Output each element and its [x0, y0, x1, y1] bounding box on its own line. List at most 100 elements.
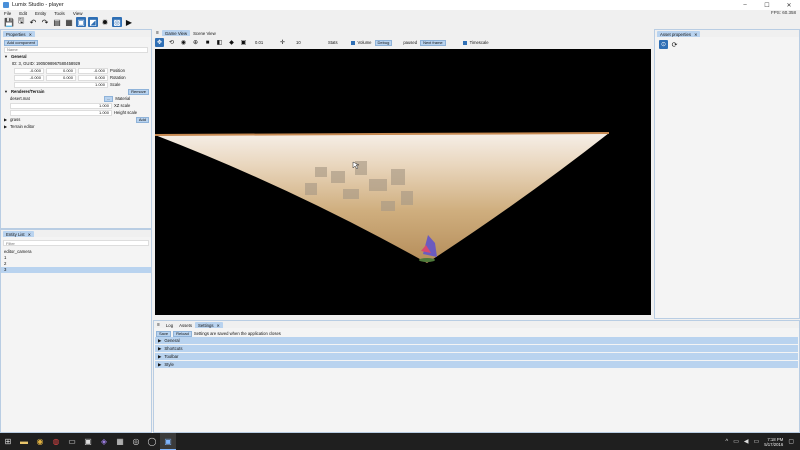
entity-filter-input[interactable]	[3, 240, 149, 246]
notifications-icon[interactable]: ▢	[788, 438, 794, 445]
settings-section-general[interactable]: ▶ General	[155, 337, 798, 344]
tab-assets[interactable]: Assets	[176, 322, 195, 328]
volume-checkbox[interactable]	[350, 40, 355, 45]
expand-arrow-icon[interactable]: ▶	[4, 124, 7, 129]
window-title: Lumix Studio - player	[12, 2, 64, 8]
height-scale-field[interactable]: 1.000	[10, 109, 112, 116]
save-as-icon[interactable]: 🖫	[16, 16, 26, 27]
grid-size-value[interactable]: 10	[296, 40, 321, 45]
fire-icon[interactable]: ✹	[100, 17, 110, 27]
expand-arrow-icon[interactable]: ▶	[4, 117, 7, 122]
name-input[interactable]	[4, 46, 148, 53]
debug-button[interactable]: Debug	[374, 39, 393, 46]
collapse-arrow-icon[interactable]: ▼	[4, 54, 8, 59]
calculator-icon[interactable]: ▦	[112, 433, 128, 450]
menu-entity[interactable]: Entity	[35, 11, 46, 16]
github-icon[interactable]: ◯	[144, 433, 160, 450]
tab-entity-list[interactable]: Entity List ✕	[3, 231, 34, 237]
browser-icon[interactable]: ◍	[48, 433, 64, 450]
close-icon[interactable]: ✕	[28, 232, 31, 237]
remove-button[interactable]: Remove	[128, 88, 149, 95]
volume-icon[interactable]: ◀	[744, 438, 749, 445]
settings-section-shortcuts[interactable]: ▶ Shortcuts	[155, 345, 798, 352]
settings-section-style[interactable]: ▶ Style	[155, 361, 798, 368]
wireframe-icon[interactable]: ▣	[239, 38, 248, 47]
close-button[interactable]: ✕	[778, 0, 800, 10]
material-browse-button[interactable]: ...	[104, 95, 114, 102]
stats-toggle[interactable]: Stats	[328, 40, 338, 45]
tab-asset-properties[interactable]: Asset properties ✕	[657, 31, 701, 37]
close-icon[interactable]: ✕	[29, 32, 32, 37]
pivot-icon[interactable]: ⊕	[191, 38, 200, 47]
tab-game-view[interactable]: Game View	[161, 30, 191, 36]
store-icon[interactable]: ▣	[80, 433, 96, 450]
next-frame-button[interactable]: Next frame	[420, 39, 446, 46]
network-icon[interactable]: ▭	[733, 438, 739, 445]
grid-icon[interactable]: ▩	[112, 17, 122, 27]
tool-icon[interactable]: ◎	[128, 433, 144, 450]
entity-item-3[interactable]: 3	[1, 266, 151, 273]
terrain-editor-item[interactable]: Terrain editor	[10, 124, 34, 129]
add-grass-button[interactable]: Add	[135, 116, 149, 123]
snap-icon[interactable]: ▣	[76, 17, 86, 27]
panel-menu-icon[interactable]: ≡	[157, 322, 160, 328]
show-hidden-icons-icon[interactable]: ^	[725, 439, 728, 445]
asset-browse-icon[interactable]: ⊙	[659, 40, 668, 49]
close-icon[interactable]: ✕	[694, 32, 697, 37]
maximize-button[interactable]: ☐	[756, 0, 778, 10]
local-icon[interactable]: ◧	[215, 38, 224, 47]
tab-scene-view[interactable]: Scene View	[190, 30, 219, 36]
undo-icon[interactable]: ↶	[28, 17, 38, 27]
copy-icon[interactable]: ▤	[52, 17, 62, 27]
save-settings-button[interactable]: Save	[156, 330, 172, 337]
paste-icon[interactable]: ▦	[64, 17, 74, 27]
scale-field[interactable]: 1.000	[14, 81, 108, 88]
add-component-button[interactable]: Add component	[4, 39, 39, 46]
play-icon[interactable]: ▶	[124, 17, 134, 27]
scale-gizmo-icon[interactable]: ◉	[179, 38, 188, 47]
rotation-x-field[interactable]: -0.000	[14, 74, 44, 81]
position-x-field[interactable]: -0.000	[14, 67, 44, 74]
tab-settings[interactable]: Settings ✕	[195, 322, 223, 328]
rotation-y-field[interactable]: 0.000	[46, 74, 76, 81]
file-explorer-icon[interactable]: ▬	[16, 433, 32, 450]
menu-view[interactable]: View	[73, 11, 83, 16]
chrome-icon[interactable]: ◉	[32, 433, 48, 450]
clock[interactable]: 7:18 PM 5/17/2016	[764, 437, 783, 447]
position-z-field[interactable]: -0.000	[78, 67, 108, 74]
cube-icon[interactable]: ■	[203, 38, 212, 47]
snap-move-icon[interactable]: ✛	[278, 38, 287, 47]
reload-settings-button[interactable]: Reload	[173, 330, 192, 337]
visual-studio-icon[interactable]: ◈	[96, 433, 112, 450]
general-header[interactable]: General	[11, 54, 27, 59]
camera-speed-value[interactable]: 0.01	[255, 40, 275, 45]
game-viewport[interactable]	[155, 49, 651, 315]
camera-icon[interactable]: ◆	[227, 38, 236, 47]
grass-item[interactable]: grass	[10, 117, 20, 122]
timescale-checkbox[interactable]	[462, 40, 467, 45]
start-icon[interactable]: ⊞	[0, 433, 16, 450]
rotation-z-field[interactable]: 0.000	[78, 74, 108, 81]
monitor-icon[interactable]: ▭	[64, 433, 80, 450]
rotate-gizmo-icon[interactable]: ⟲	[167, 38, 176, 47]
settings-section-toolbar[interactable]: ▶ Toolbar	[155, 353, 798, 360]
move-gizmo-icon[interactable]: ✥	[155, 38, 164, 47]
redo-icon[interactable]: ↷	[40, 17, 50, 27]
refresh-icon[interactable]: ⟳	[670, 40, 679, 49]
lumix-studio-task-icon[interactable]: ▣	[160, 433, 176, 450]
close-icon[interactable]: ✕	[217, 323, 220, 328]
xz-scale-field[interactable]: 1.000	[10, 102, 112, 109]
panel-menu-icon[interactable]: ≡	[156, 30, 159, 36]
position-y-field[interactable]: 0.000	[46, 67, 76, 74]
minimize-button[interactable]: –	[734, 0, 756, 10]
menu-file[interactable]: File	[4, 11, 11, 16]
keyboard-icon[interactable]: ▭	[754, 438, 760, 445]
tab-properties[interactable]: Properties ✕	[3, 31, 35, 37]
material-value[interactable]: desert.mat	[10, 96, 102, 101]
terrain-header[interactable]: Renderer/Terrain	[11, 89, 44, 94]
tab-log[interactable]: Log	[162, 322, 177, 328]
local-coord-icon[interactable]: ◩	[88, 17, 98, 27]
menu-tools[interactable]: Tools	[54, 11, 65, 16]
save-icon[interactable]: 💾	[4, 17, 14, 27]
collapse-arrow-icon[interactable]: ▼	[4, 89, 8, 94]
